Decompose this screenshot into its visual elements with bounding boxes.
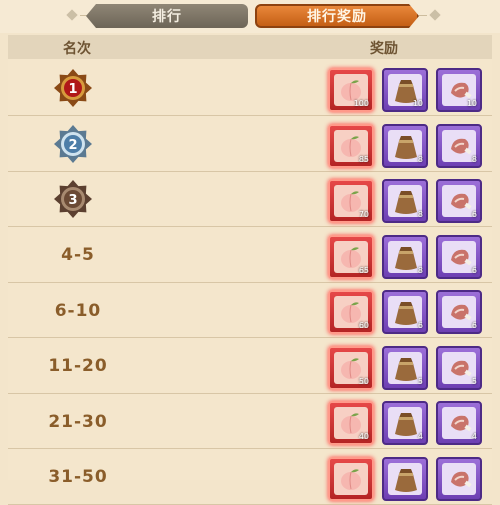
- item-count: 8: [417, 210, 423, 219]
- reward-item[interactable]: 6: [436, 179, 482, 223]
- rank-number: 1: [68, 82, 77, 97]
- reward-item[interactable]: 6: [436, 290, 482, 334]
- rank-label: 31-50: [48, 467, 108, 487]
- reward-item[interactable]: 5: [436, 345, 482, 390]
- item-count: 5: [417, 376, 423, 386]
- item-count: 85: [358, 154, 369, 164]
- tab-rank[interactable]: 排行: [86, 4, 248, 28]
- reward-item[interactable]: 100: [328, 68, 374, 112]
- reward-item[interactable]: 60: [328, 290, 374, 334]
- table-header: 名次 奖励: [8, 35, 492, 59]
- item-count: 100: [353, 99, 369, 108]
- tab-rank-reward[interactable]: 排行奖励: [255, 4, 419, 28]
- ornament-left-icon: [66, 9, 78, 21]
- reward-item[interactable]: 8: [382, 234, 428, 279]
- item-count: 10: [466, 99, 477, 108]
- reward-item[interactable]: 65: [328, 234, 374, 279]
- table-row: 2 85 8 8: [8, 117, 492, 172]
- rank-number: 3: [68, 193, 77, 208]
- table-row: 4-5 65 8 6: [8, 228, 492, 283]
- reward-item[interactable]: [436, 456, 482, 501]
- item-count: 10: [412, 99, 423, 108]
- gold-medal-icon: 1: [53, 68, 93, 108]
- item-count: 6: [417, 321, 423, 330]
- item-count: 60: [358, 321, 369, 330]
- item-count: 6: [471, 265, 477, 275]
- reward-item[interactable]: 5: [382, 345, 428, 390]
- reward-item[interactable]: 4: [436, 401, 482, 445]
- rank-label: 4-5: [61, 245, 95, 265]
- reward-item[interactable]: [328, 456, 374, 501]
- item-count: 40: [358, 432, 369, 441]
- header-reward: 奖励: [370, 41, 398, 57]
- table-row: 21-30 40 4 4: [8, 394, 492, 449]
- item-count: 8: [471, 154, 477, 164]
- rank-number: 2: [68, 138, 77, 153]
- tab-bar: 排行 排行奖励: [0, 0, 500, 33]
- item-count: 70: [358, 210, 369, 219]
- item-count: 4: [471, 432, 477, 441]
- divider: [419, 15, 427, 16]
- reward-item[interactable]: 4: [382, 401, 428, 445]
- item-count: 6: [471, 210, 477, 219]
- rank-label: 6-10: [54, 300, 102, 321]
- item-count: 8: [417, 154, 423, 164]
- reward-item[interactable]: 40: [328, 401, 374, 445]
- reward-item[interactable]: 8: [382, 179, 428, 223]
- reward-item[interactable]: 10: [382, 68, 428, 112]
- ornament-right-icon: [429, 9, 441, 21]
- table-row: 6-10 60 6 6: [8, 283, 492, 338]
- item-count: 8: [417, 265, 423, 275]
- header-rank: 名次: [63, 41, 91, 57]
- reward-item[interactable]: 6: [382, 290, 428, 334]
- rank-label: 21-30: [48, 411, 108, 432]
- item-count: 6: [471, 321, 477, 330]
- reward-item[interactable]: 50: [328, 345, 374, 390]
- rank-label: 11-20: [48, 356, 108, 376]
- table-row: 31-50: [8, 450, 492, 505]
- reward-item[interactable]: 85: [328, 123, 374, 168]
- reward-item[interactable]: 8: [382, 123, 428, 168]
- reward-item[interactable]: 10: [436, 68, 482, 112]
- silver-medal-icon: 2: [53, 124, 93, 164]
- table-row: 1 100 10 10: [8, 61, 492, 116]
- item-count: 65: [358, 265, 369, 275]
- table-row: 11-20 50 5 5: [8, 339, 492, 394]
- reward-item[interactable]: 8: [436, 123, 482, 168]
- item-count: 5: [471, 376, 477, 386]
- table-row: 3 70 8 6: [8, 172, 492, 227]
- reward-item[interactable]: 6: [436, 234, 482, 279]
- item-count: 50: [358, 376, 369, 386]
- reward-item[interactable]: [382, 456, 428, 501]
- bronze-medal-icon: 3: [53, 179, 93, 219]
- item-count: 4: [417, 432, 423, 441]
- reward-item[interactable]: 70: [328, 179, 374, 223]
